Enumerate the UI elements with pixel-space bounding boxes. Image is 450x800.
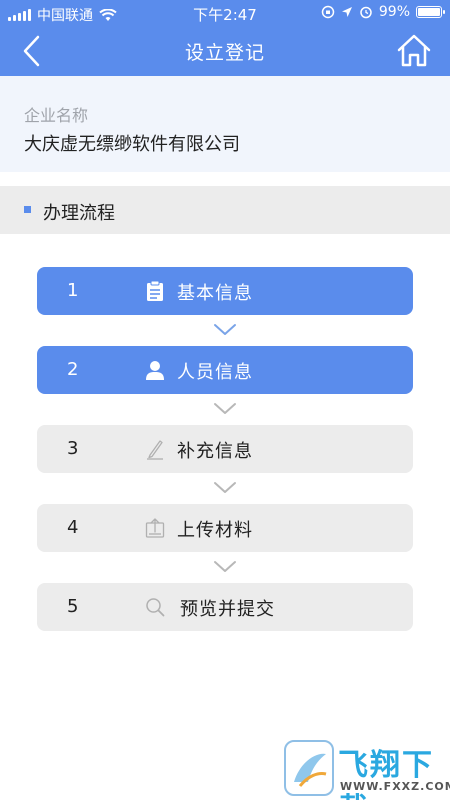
- watermark: 飞翔下载 WWW.FXXZ.COM: [284, 740, 450, 800]
- step-number: 5: [67, 596, 79, 617]
- step-label: 预览并提交: [180, 599, 275, 620]
- chevron-down-icon: [214, 403, 236, 414]
- watermark-url: WWW.FXXZ.COM: [340, 780, 450, 793]
- location-icon: [341, 7, 352, 17]
- step-number: 3: [67, 438, 79, 459]
- chevron-down-icon: [214, 482, 236, 493]
- step-basic-info[interactable]: 1 基本信息: [37, 267, 413, 315]
- search-icon: [146, 598, 165, 617]
- status-right: 99%: [321, 4, 445, 20]
- company-name: 大庆虚无缥缈软件有限公司: [24, 134, 240, 155]
- orientation-lock-icon: [321, 5, 335, 19]
- chevron-down-icon: [214, 324, 236, 335]
- step-preview-submit[interactable]: 5 预览并提交: [37, 583, 413, 631]
- step-label: 基本信息: [177, 283, 253, 304]
- company-section: 企业名称 大庆虚无缥缈软件有限公司: [0, 76, 450, 172]
- section-marker: [24, 206, 31, 213]
- home-icon[interactable]: [396, 32, 432, 68]
- step-supplementary-info[interactable]: 3 补充信息: [37, 425, 413, 473]
- step-label: 人员信息: [177, 362, 253, 383]
- process-section-header: 办理流程: [0, 186, 450, 234]
- step-upload-materials[interactable]: 4 上传材料: [37, 504, 413, 552]
- clipboard-icon: [147, 280, 163, 301]
- status-bar: 中国联通 下午2:47 99%: [0, 0, 450, 26]
- section-title: 办理流程: [43, 203, 115, 224]
- battery-percent: 99%: [378, 4, 410, 20]
- pen-icon: [147, 440, 163, 460]
- step-label: 上传材料: [177, 520, 253, 541]
- page-title: 设立登记: [184, 42, 265, 64]
- step-personnel-info[interactable]: 2 人员信息: [37, 346, 413, 394]
- company-label: 企业名称: [24, 106, 89, 125]
- nav-bar: 设立登记: [0, 26, 450, 76]
- watermark-logo-icon: [284, 740, 334, 796]
- chevron-down-icon: [214, 561, 236, 572]
- step-label: 补充信息: [177, 441, 253, 462]
- person-icon: [146, 361, 164, 380]
- alarm-icon: [360, 6, 372, 19]
- step-number: 4: [67, 517, 79, 538]
- battery-icon: [416, 6, 445, 18]
- step-number: 1: [67, 280, 79, 301]
- upload-icon: [145, 518, 165, 538]
- step-number: 2: [67, 359, 79, 380]
